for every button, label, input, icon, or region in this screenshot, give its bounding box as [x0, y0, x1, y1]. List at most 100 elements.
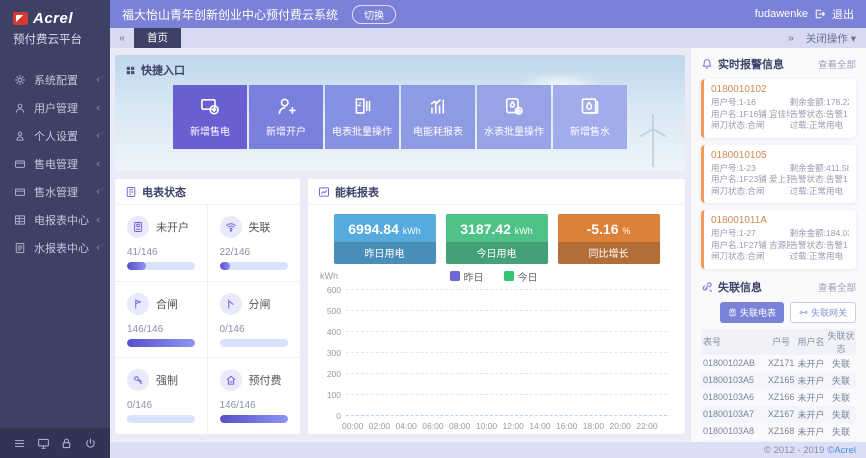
sidebar-item-0[interactable]: 系统配置 ‹	[0, 66, 110, 94]
gridline-300: 300	[346, 352, 667, 353]
chevron-left-icon: ‹	[96, 102, 100, 114]
disconnect-view-all-link[interactable]: 查看全部	[818, 280, 856, 294]
logout-button[interactable]: 退出	[832, 6, 854, 22]
alert-card-list: 0180010102 用户号:1-16剩余金额:178.22用户名:1F16铺 …	[701, 72, 856, 269]
quick-button-2[interactable]: 电表批量操作	[325, 85, 399, 149]
gridline-0: 0	[346, 415, 667, 416]
meter-icon	[127, 216, 149, 238]
table-cell: 01800103A5	[701, 372, 766, 389]
table-row[interactable]: 01800102ABXZ171未开户失联	[701, 355, 856, 372]
footer-brand-link[interactable]: ©Acrel	[827, 445, 856, 456]
table-row[interactable]: 01800103A6XZ166未开户失联	[701, 389, 856, 406]
meter-status-cell-4: 强制 0/146	[115, 358, 208, 434]
sidebar: Acrel 预付费云平台 系统配置 ‹ 用户管理 ‹ 个人设置 ‹ 售电管理 ‹…	[0, 0, 110, 458]
alerts-title: 实时报警信息	[718, 56, 784, 72]
sidebar-item-6[interactable]: 水报表中心 ‹	[0, 234, 110, 262]
logout-icon[interactable]	[814, 8, 826, 20]
gear-icon	[14, 74, 26, 86]
table-header: 失联状态	[826, 329, 856, 355]
switch-button[interactable]: 切换	[352, 5, 396, 24]
meter-status-value: 146/146	[127, 324, 195, 335]
chevron-left-icon: ‹	[96, 242, 100, 254]
quick-button-5[interactable]: 新增售水	[553, 85, 627, 149]
lock-icon[interactable]	[60, 437, 73, 450]
sidebar-item-1[interactable]: 用户管理 ‹	[0, 94, 110, 122]
footer-bar: © 2012 - 2019 ©Acrel	[110, 442, 866, 458]
table-cell: 失联	[826, 389, 856, 406]
disconnect-tab-1[interactable]: 失联网关	[790, 302, 856, 323]
quick-button-1[interactable]: 新增开户	[249, 85, 323, 149]
quick-button-4[interactable]: 水表批量操作	[477, 85, 551, 149]
alert-detail: 闸刀状态:合闸	[711, 186, 790, 198]
table-header: 用户名	[796, 329, 826, 355]
sidebar-item-5[interactable]: 电报表中心 ‹	[0, 206, 110, 234]
alert-card-1[interactable]: 0180010105 用户号:1-23剩余金额:411.58用户名:1F23铺 …	[701, 145, 856, 204]
meter-status-cell-2: 合闸 146/146	[115, 282, 208, 359]
disconnect-tab-0[interactable]: 失联电表	[720, 302, 784, 323]
close-operations-dropdown[interactable]: 关闭操作 ▾	[806, 31, 856, 46]
alert-card-2[interactable]: 018001011A 用户号:1-27剩余金额:184.03用户名:1F27铺 …	[701, 210, 856, 269]
table-row[interactable]: 01800103A8XZ168未开户失联	[701, 423, 856, 440]
quick-button-0[interactable]: 新增售电	[173, 85, 247, 149]
username[interactable]: fudawenke	[755, 8, 808, 20]
tab-bar: « 首页 » 关闭操作 ▾	[110, 28, 866, 48]
chart-icon	[318, 186, 330, 198]
alert-meter-id: 0180010102	[711, 84, 849, 95]
alert-card-0[interactable]: 0180010102 用户号:1-16剩余金额:178.22用户名:1F16铺 …	[701, 79, 856, 138]
meter-status-label: 失联	[249, 219, 271, 235]
tab-scroll-right[interactable]: »	[788, 32, 794, 44]
table-cell: 未开户	[796, 406, 826, 423]
alert-detail: 告警状态:告警1	[790, 240, 849, 252]
stat-card-1: 3187.42 kWh 今日用电	[446, 214, 548, 264]
menu-icon[interactable]	[13, 437, 26, 450]
x-tick-label: 02:00	[369, 421, 390, 431]
quick-button-3[interactable]: 电能耗报表	[401, 85, 475, 149]
disconnect-title: 失联信息	[718, 279, 762, 295]
content-left: 快捷入口 新增售电 新增开户 电表批量操作 电能耗报表 水表批量操作 新增售水	[110, 48, 690, 442]
tab-scroll-left[interactable]: «	[110, 33, 134, 44]
sidebar-item-label: 电报表中心	[34, 212, 89, 228]
x-tick-label: 12:00	[503, 421, 524, 431]
x-tick-label: 16:00	[556, 421, 577, 431]
sidebar-item-3[interactable]: 售电管理 ‹	[0, 150, 110, 178]
sidebar-menu: 系统配置 ‹ 用户管理 ‹ 个人设置 ‹ 售电管理 ‹ 售水管理 ‹ 电报表中心…	[0, 56, 110, 428]
table-cell: 失联	[826, 406, 856, 423]
chevron-left-icon: ‹	[96, 74, 100, 86]
grid-icon	[14, 214, 26, 226]
table-header: 户号	[766, 329, 796, 355]
link-broken-icon	[701, 281, 713, 293]
legend-昨日[interactable]: 昨日	[450, 269, 484, 284]
stat-card-2: -5.16 % 同比增长	[558, 214, 660, 264]
power-icon[interactable]	[84, 437, 97, 450]
meter-status-cell-0: 未开户 41/146	[115, 205, 208, 282]
alert-detail: 用户号:1-16	[711, 97, 790, 109]
alert-detail: 用户名:1F23铺 爱上我的锅	[711, 174, 790, 186]
stat-value: -5.16 %	[558, 214, 660, 242]
sidebar-item-2[interactable]: 个人设置 ‹	[0, 122, 110, 150]
meter-status-value: 0/146	[220, 324, 289, 335]
table-cell: XZ168	[766, 423, 796, 440]
table-row[interactable]: 01800103A5XZ165未开户失联	[701, 372, 856, 389]
quick-button-label: 新增开户	[266, 123, 306, 138]
monitor-icon[interactable]	[37, 437, 50, 450]
table-cell: 失联	[826, 372, 856, 389]
alert-detail: 过载:正常用电	[790, 251, 849, 263]
quick-button-label: 新增售水	[570, 123, 610, 138]
x-tick-label: 10:00	[476, 421, 497, 431]
legend-swatch	[504, 271, 514, 281]
legend-今日[interactable]: 今日	[504, 269, 538, 284]
alert-detail: 剩余金额:178.22	[790, 97, 849, 109]
table-row[interactable]: 01800103A7XZ167未开户失联	[701, 406, 856, 423]
legend-label: 昨日	[464, 269, 484, 284]
x-tick-label: 20:00	[610, 421, 631, 431]
alert-detail: 告警状态:告警1	[790, 174, 849, 186]
gridline-500: 500	[346, 310, 667, 311]
tab-home[interactable]: 首页	[134, 28, 181, 48]
sell-water-icon	[580, 96, 600, 116]
meter-status-progress	[127, 339, 195, 347]
sidebar-item-4[interactable]: 售水管理 ‹	[0, 178, 110, 206]
sidebar-item-label: 个人设置	[34, 128, 78, 144]
alerts-view-all-link[interactable]: 查看全部	[818, 57, 856, 71]
sidebar-item-label: 系统配置	[34, 72, 78, 88]
grid-small-icon	[125, 65, 136, 76]
